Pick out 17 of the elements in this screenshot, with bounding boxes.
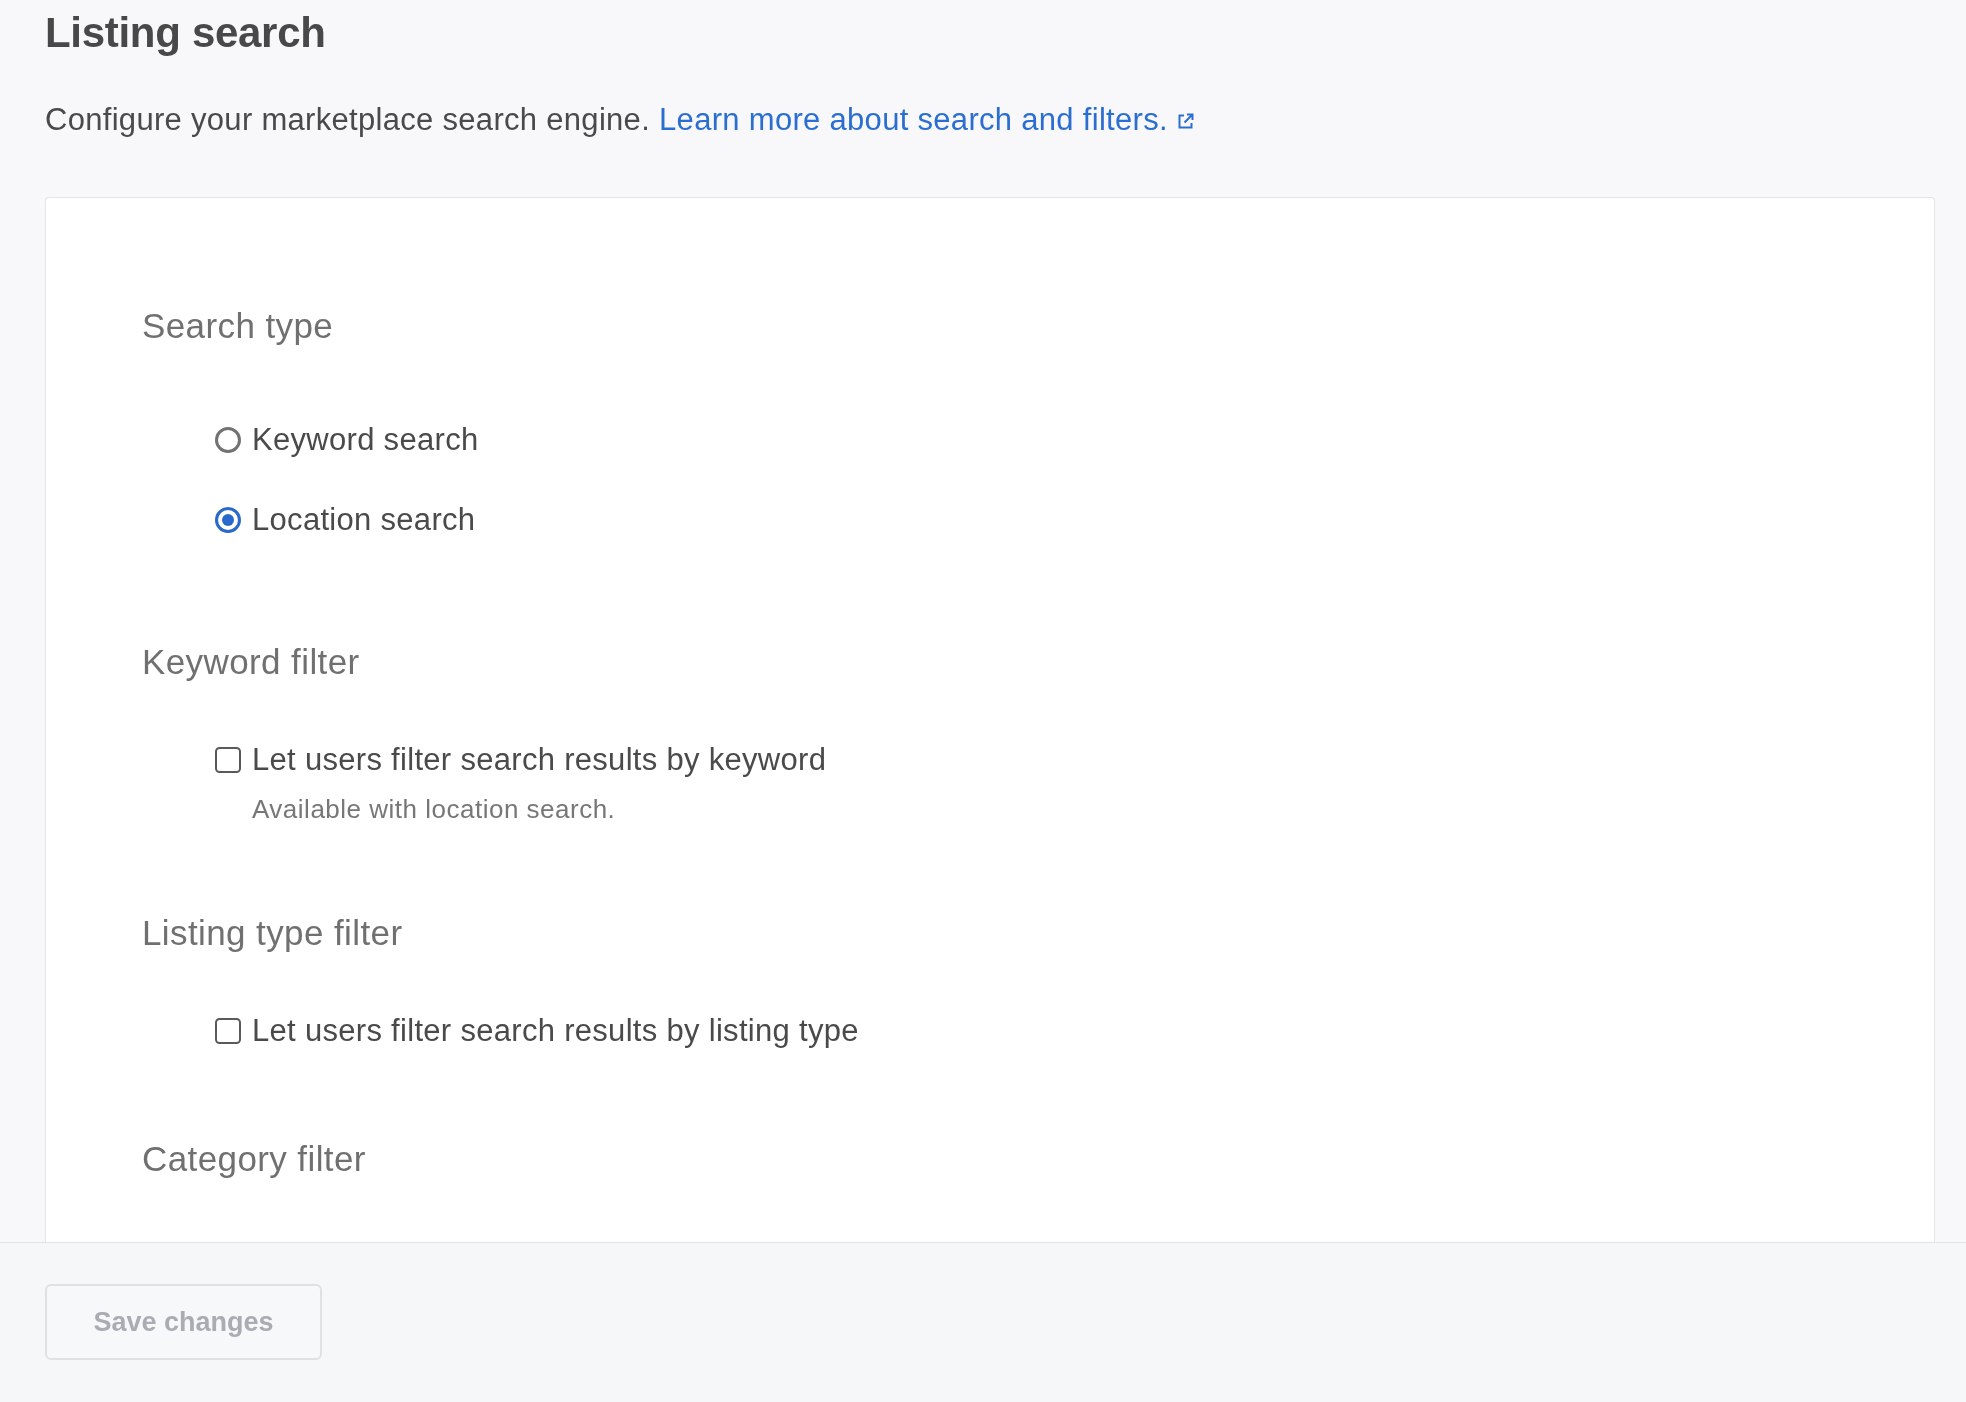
section-heading: Keyword filter	[142, 642, 360, 682]
radio-label: Keyword search	[252, 421, 479, 459]
section-heading: Listing type filter	[142, 913, 403, 953]
checkbox[interactable]	[215, 1018, 241, 1044]
helper-text: Available with location search.	[252, 793, 617, 825]
section-heading: Category filter	[142, 1139, 366, 1179]
radio-label: Location search	[252, 501, 476, 539]
checkbox[interactable]	[215, 747, 241, 773]
learn-more-link[interactable]: Learn more about search and filters.	[659, 100, 1168, 140]
radio-button[interactable]	[215, 427, 241, 453]
page-description: Configure your marketplace search engine.	[45, 101, 651, 139]
section-heading: Search type	[142, 306, 334, 346]
page-title: Listing search	[45, 8, 326, 58]
checkbox-label: Let users filter search results by listing type	[252, 1012, 859, 1050]
checkbox-label: Let users filter search results by keyword	[252, 741, 827, 779]
external-link-icon[interactable]	[1176, 112, 1194, 130]
radio-button[interactable]	[215, 507, 241, 533]
